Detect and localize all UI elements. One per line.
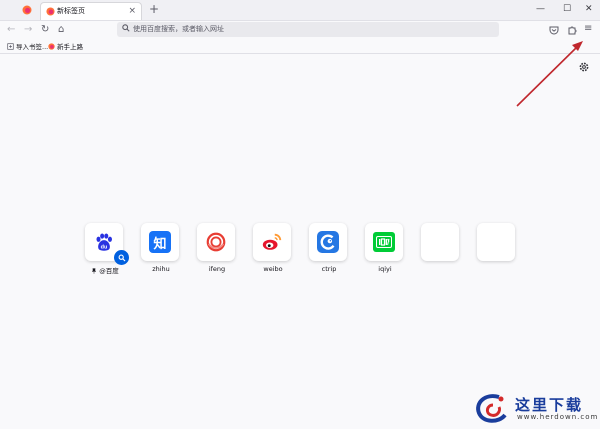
maximize-button[interactable]: ☐ <box>563 2 571 16</box>
import-icon <box>7 42 14 50</box>
shortcut-zhihu[interactable]: 知 zhihu <box>141 223 181 273</box>
shortcut-ctrip[interactable]: ctrip <box>309 223 349 273</box>
shortcut-tile[interactable] <box>197 223 235 261</box>
watermark-url: www.herdown.com <box>517 413 599 421</box>
shortcut-label: weibo <box>263 265 283 273</box>
shortcut-label: ifeng <box>208 265 226 273</box>
shortcut-iqiyi[interactable]: iqiyi <box>365 223 405 273</box>
shortcut-empty-2[interactable] <box>477 223 517 261</box>
shortcut-ifeng[interactable]: ifeng <box>197 223 237 273</box>
bookmarks-toolbar: 导入书签... 新手上路 <box>0 39 600 54</box>
firefox-icon <box>48 42 55 50</box>
shortcut-label: zhihu <box>152 265 170 273</box>
empty-shortcut-tile[interactable] <box>421 223 459 261</box>
bookmark-getting-started[interactable]: 新手上路 <box>48 41 83 51</box>
window-close-button[interactable]: ✕ <box>585 2 593 16</box>
gear-icon[interactable] <box>578 61 590 73</box>
firefox-icon <box>46 7 55 16</box>
address-bar[interactable]: 使用百度搜索，或者输入网址 <box>117 22 499 37</box>
firefox-icon <box>22 5 32 15</box>
zhihu-glyph: 知 <box>153 236 167 252</box>
menu-button[interactable]: ≡ <box>584 23 592 35</box>
shortcut-weibo[interactable]: weibo <box>253 223 293 273</box>
bookmark-label: 新手上路 <box>57 43 83 51</box>
watermark: 这里下载 www.herdown.com <box>465 389 600 429</box>
empty-shortcut-tile[interactable] <box>477 223 515 261</box>
tab-close-button[interactable]: × <box>128 5 136 17</box>
shortcut-label: ctrip <box>321 265 337 273</box>
bookmark-import[interactable]: 导入书签... <box>7 41 48 51</box>
extensions-icon[interactable] <box>567 25 577 35</box>
search-icon <box>118 254 125 261</box>
address-placeholder: 使用百度搜索，或者输入网址 <box>133 25 224 33</box>
tab-new-tab[interactable]: 新标签页 × <box>40 2 142 20</box>
annotation-arrow <box>516 41 583 107</box>
back-button[interactable]: ← <box>7 24 15 36</box>
tab-title: 新标签页 <box>57 7 85 15</box>
watermark-logo-icon <box>476 394 507 423</box>
shortcut-baidu[interactable]: du @百度 <box>85 223 129 275</box>
watermark-text: 这里下载 <box>515 396 584 414</box>
search-icon <box>122 24 130 32</box>
reload-button[interactable]: ↻ <box>41 24 49 36</box>
new-tab-button[interactable]: + <box>149 2 159 16</box>
iqiyi-icon <box>373 232 395 252</box>
shortcut-tile[interactable] <box>309 223 347 261</box>
baidu-icon: du <box>96 233 112 251</box>
pin-icon <box>91 268 97 274</box>
bookmark-label: 导入书签... <box>16 43 49 51</box>
navigation-toolbar: ← → ↻ ⌂ 使用百度搜索，或者输入网址 ≡ <box>0 21 600 39</box>
weibo-icon <box>262 233 282 250</box>
zhihu-icon: 知 <box>149 231 171 253</box>
svg-text:du: du <box>101 244 108 250</box>
minimize-button[interactable]: — <box>536 2 545 16</box>
tab-bar: 新标签页 × + — ☐ ✕ <box>0 0 600 21</box>
ctrip-icon <box>317 231 339 253</box>
shortcut-tile[interactable]: du <box>85 223 129 265</box>
shortcut-label-text: @百度 <box>99 267 119 275</box>
shortcut-empty-1[interactable] <box>421 223 461 261</box>
shortcut-tile[interactable] <box>253 223 291 261</box>
pinned-tab[interactable] <box>19 3 35 17</box>
forward-button[interactable]: → <box>24 24 32 36</box>
shortcut-tile[interactable] <box>365 223 403 261</box>
home-button[interactable]: ⌂ <box>58 24 64 36</box>
pocket-icon[interactable] <box>549 25 559 35</box>
shortcut-tile[interactable]: 知 <box>141 223 179 261</box>
shortcut-label: @百度 <box>85 265 125 275</box>
ifeng-icon <box>206 232 226 252</box>
shortcut-label: iqiyi <box>378 265 392 273</box>
search-shortcut-badge <box>114 250 129 265</box>
